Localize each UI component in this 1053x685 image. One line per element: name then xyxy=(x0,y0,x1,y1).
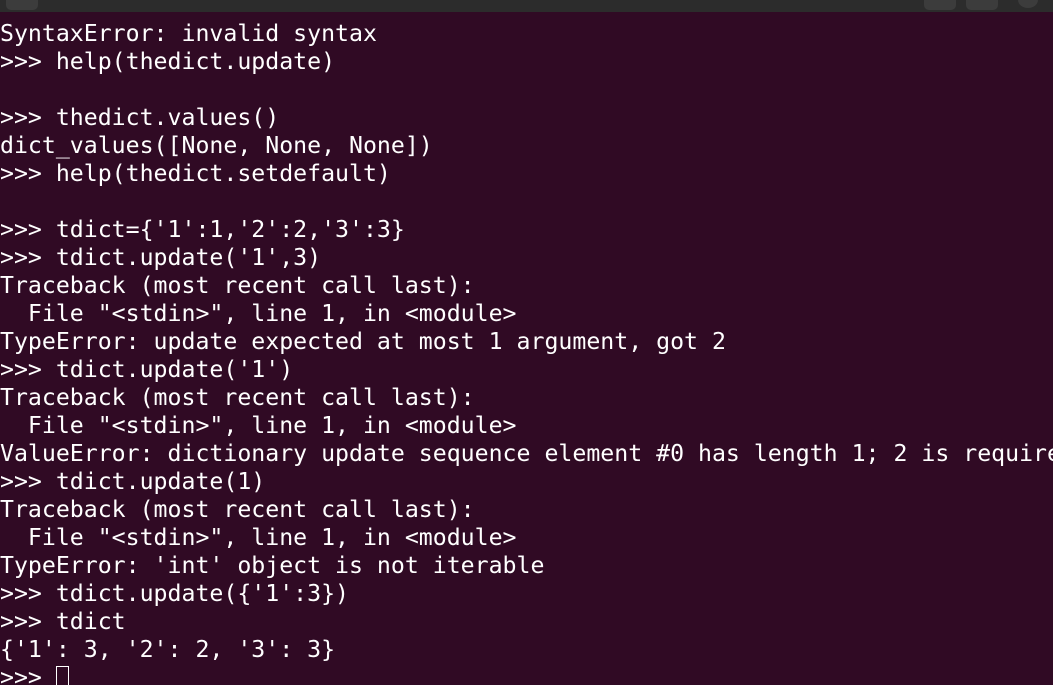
terminal-line: Traceback (most recent call last): xyxy=(0,272,475,299)
terminal-line: File "<stdin>", line 1, in <module> xyxy=(0,524,517,551)
new-tab-button[interactable] xyxy=(6,0,38,10)
terminal-line: >>> tdict.update(1) xyxy=(0,468,266,495)
menu-button[interactable] xyxy=(966,0,998,10)
terminal-line: {'1': 3, '2': 2, '3': 3} xyxy=(0,636,336,663)
terminal-line: >>> tdict.update('1',3) xyxy=(0,244,322,271)
text-cursor xyxy=(55,666,69,685)
terminal-line: Traceback (most recent call last): xyxy=(0,384,475,411)
terminal-line: >>> tdict.update('1') xyxy=(0,356,294,383)
title-bar xyxy=(0,0,1053,12)
terminal-line: >>> tdict xyxy=(0,608,126,635)
terminal-line: SyntaxError: invalid syntax xyxy=(0,20,377,47)
terminal-output[interactable]: SyntaxError: invalid syntax >>> help(the… xyxy=(0,20,1053,685)
terminal-line: File "<stdin>", line 1, in <module> xyxy=(0,412,517,439)
window-title xyxy=(400,0,660,5)
terminal-line: dict_values([None, None, None]) xyxy=(0,132,433,159)
active-prompt-line[interactable]: >>> xyxy=(0,664,1053,685)
terminal-line: >>> thedict.values() xyxy=(0,104,280,131)
terminal-line: >>> tdict.update({'1':3}) xyxy=(0,580,350,607)
terminal-line: TypeError: update expected at most 1 arg… xyxy=(0,328,726,355)
terminal-line: >>> help(thedict.update) xyxy=(0,48,336,75)
terminal-window: SyntaxError: invalid syntax >>> help(the… xyxy=(0,0,1053,685)
terminal-line: ValueError: dictionary update sequence e… xyxy=(0,440,1053,467)
search-button[interactable] xyxy=(924,0,956,10)
terminal-line: Traceback (most recent call last): xyxy=(0,496,475,523)
close-button[interactable] xyxy=(1018,0,1038,8)
terminal-line: File "<stdin>", line 1, in <module> xyxy=(0,300,517,327)
terminal-line: >>> help(thedict.setdefault) xyxy=(0,160,391,187)
terminal-line: TypeError: 'int' object is not iterable xyxy=(0,552,545,579)
prompt-text: >>> xyxy=(0,664,56,685)
terminal-line: >>> tdict={'1':1,'2':2,'3':3} xyxy=(0,216,405,243)
